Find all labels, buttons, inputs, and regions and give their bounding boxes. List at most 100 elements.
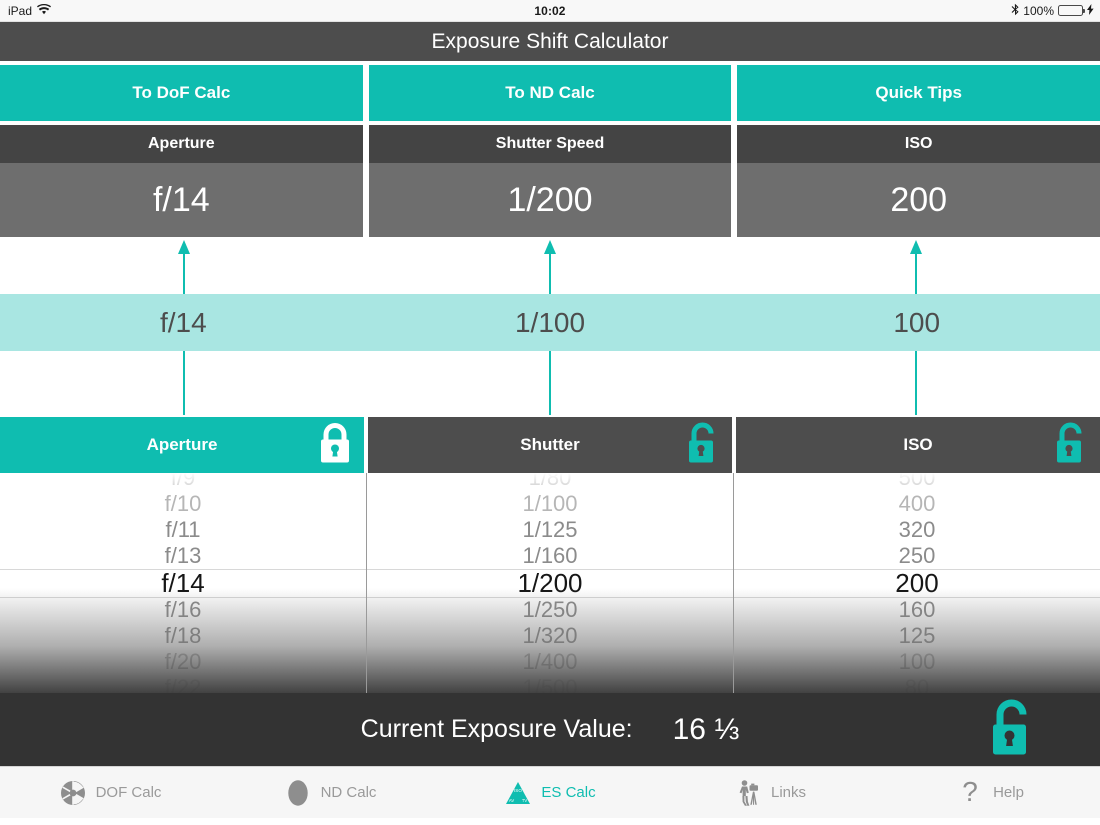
tab-label: ND Calc [320,784,377,801]
column-aperture: To DoF Calc Aperture f/14 [0,65,363,237]
result-label-text: Shutter Speed [495,135,605,152]
picker-item[interactable]: f/11 [0,517,366,543]
nav-button-quick-tips[interactable]: Quick Tips [737,65,1100,121]
picker-item[interactable]: 500 [734,473,1100,491]
result-label-aperture: Aperture [0,125,363,163]
picker-item[interactable]: 250 [734,543,1100,569]
tab-label: ES Calc [541,784,596,801]
result-label-text: ISO [904,135,933,152]
picker-item-selected[interactable]: f/14 [0,569,366,597]
picker-wheel-iso[interactable]: 500 400 320 250 200 160 125 100 80 [734,473,1100,693]
picker-header-shutter[interactable]: Shutter [368,417,732,473]
picker-item[interactable]: f/9 [0,473,366,491]
result-label-text: Aperture [147,135,215,152]
result-value-aperture: f/14 [0,163,363,237]
result-value-text: f/14 [152,180,210,219]
picker-wheel-shutter[interactable]: 1/80 1/100 1/125 1/160 1/200 1/250 1/320 1/400 1… [367,473,734,693]
tab-help[interactable]: ? Help [880,778,1100,807]
ios-status-bar: iPad 10:02 100% [0,0,1100,22]
bottom-tab-bar: DOF Calc ND Calc ISO AV TV ES Calc Links… [0,766,1100,818]
result-value-iso: 200 [737,163,1100,237]
nav-button-label: To ND Calc [505,83,595,102]
picker-item[interactable]: 1/125 [367,517,733,543]
battery-icon [1058,5,1085,16]
nav-button-to-nd-calc[interactable]: To ND Calc [368,65,732,121]
nd-filter-circle-icon [284,779,312,807]
result-value-shutter-speed: 1/200 [368,163,732,237]
picker-item[interactable]: 1/100 [367,491,733,517]
picker-wheel-aperture-items: f/9 f/10 f/11 f/13 f/14 f/16 f/18 f/20 f/22 [0,473,366,693]
picker-item[interactable]: 400 [734,491,1100,517]
lock-open-icon[interactable] [1052,420,1090,471]
result-label-iso: ISO [737,125,1100,163]
picker-item[interactable]: f/18 [0,623,366,649]
picker-item-selected[interactable]: 1/200 [367,569,733,597]
picker-item[interactable]: 125 [734,623,1100,649]
tab-dof-calc[interactable]: DOF Calc [0,779,220,807]
picker-item[interactable]: 1/160 [367,543,733,569]
nav-button-label: Quick Tips [875,83,962,102]
picker-headers: Aperture Shutter ISO [0,417,1100,473]
status-bar-time: 10:02 [534,3,566,18]
picker-item[interactable]: f/22 [0,675,366,693]
original-exposure-zone: f/14 1/100 100 [0,237,1100,417]
picker-item-selected[interactable]: 200 [734,569,1100,597]
svg-text:?: ? [962,778,978,807]
top-results-grid: To DoF Calc Aperture f/14 To ND Calc Shu… [0,61,1100,237]
app-root: iPad 10:02 100% Exposure Shift Calculato… [0,0,1100,825]
original-aperture: f/14 [159,306,207,338]
picker-item[interactable]: f/16 [0,597,366,623]
exposure-value-number: 16 ⅓ [672,712,740,746]
aperture-iris-icon [59,779,87,807]
picker-wheel-aperture[interactable]: f/9 f/10 f/11 f/13 f/14 f/16 f/18 f/20 f/22 [0,473,367,693]
question-mark-icon: ? [956,778,984,807]
lock-open-icon[interactable] [986,696,1038,763]
picker-item[interactable]: 100 [734,649,1100,675]
column-shutter: To ND Calc Shutter Speed 1/200 [368,65,732,237]
lock-closed-icon[interactable] [316,421,354,470]
picker-item[interactable]: 1/250 [367,597,733,623]
svg-text:ISO: ISO [514,788,522,793]
page-title: Exposure Shift Calculator [0,22,1100,61]
result-label-shutter-speed: Shutter Speed [368,125,732,163]
picker-header-label: ISO [903,435,933,454]
svg-text:AV: AV [509,798,514,803]
picker-item[interactable]: 1/400 [367,649,733,675]
result-value-text: 1/200 [507,180,593,219]
picker-item[interactable]: 80 [734,675,1100,693]
exposure-triangle-icon: ISO AV TV [504,779,532,807]
picker-item[interactable]: 1/320 [367,623,733,649]
result-value-text: 200 [890,180,948,219]
tab-label: Help [993,784,1024,801]
photographer-tripod-icon [734,779,762,807]
tab-label: Links [770,784,807,801]
picker-item[interactable]: 160 [734,597,1100,623]
picker-item[interactable]: 1/500 [367,675,733,693]
picker-wheel-iso-items: 500 400 320 250 200 160 125 100 80 [734,473,1100,693]
picker-item[interactable]: f/20 [0,649,366,675]
original-exposure-band: f/14 1/100 100 [0,294,1100,351]
lock-open-icon[interactable] [684,420,722,471]
current-exposure-value-bar: Current Exposure Value: 16 ⅓ [0,693,1100,766]
picker-header-iso[interactable]: ISO [736,417,1100,473]
page-title-text: Exposure Shift Calculator [431,29,669,53]
tab-nd-calc[interactable]: ND Calc [220,779,440,807]
picker-header-label: Aperture [146,435,218,454]
picker-item[interactable]: f/13 [0,543,366,569]
picker-header-aperture[interactable]: Aperture [0,417,364,473]
tab-links[interactable]: Links [660,779,880,807]
picker-wheel-shutter-items: 1/80 1/100 1/125 1/160 1/200 1/250 1/320 1/400 1… [367,473,733,693]
tab-label: DOF Calc [95,784,162,801]
nav-button-label: To DoF Calc [132,83,231,102]
picker-item[interactable]: f/10 [0,491,366,517]
original-shutter: 1/100 [514,306,586,338]
picker-header-label: Shutter [520,435,580,454]
nav-button-to-dof-calc[interactable]: To DoF Calc [0,65,363,121]
exposure-value-label: Current Exposure Value: [360,715,633,743]
picker-item[interactable]: 1/80 [367,473,733,491]
picker-wheels: f/9 f/10 f/11 f/13 f/14 f/16 f/18 f/20 f/22 1/80… [0,473,1100,693]
original-iso: 100 [893,306,941,338]
picker-item[interactable]: 320 [734,517,1100,543]
column-iso: Quick Tips ISO 200 [737,65,1100,237]
tab-es-calc[interactable]: ISO AV TV ES Calc [440,779,660,807]
